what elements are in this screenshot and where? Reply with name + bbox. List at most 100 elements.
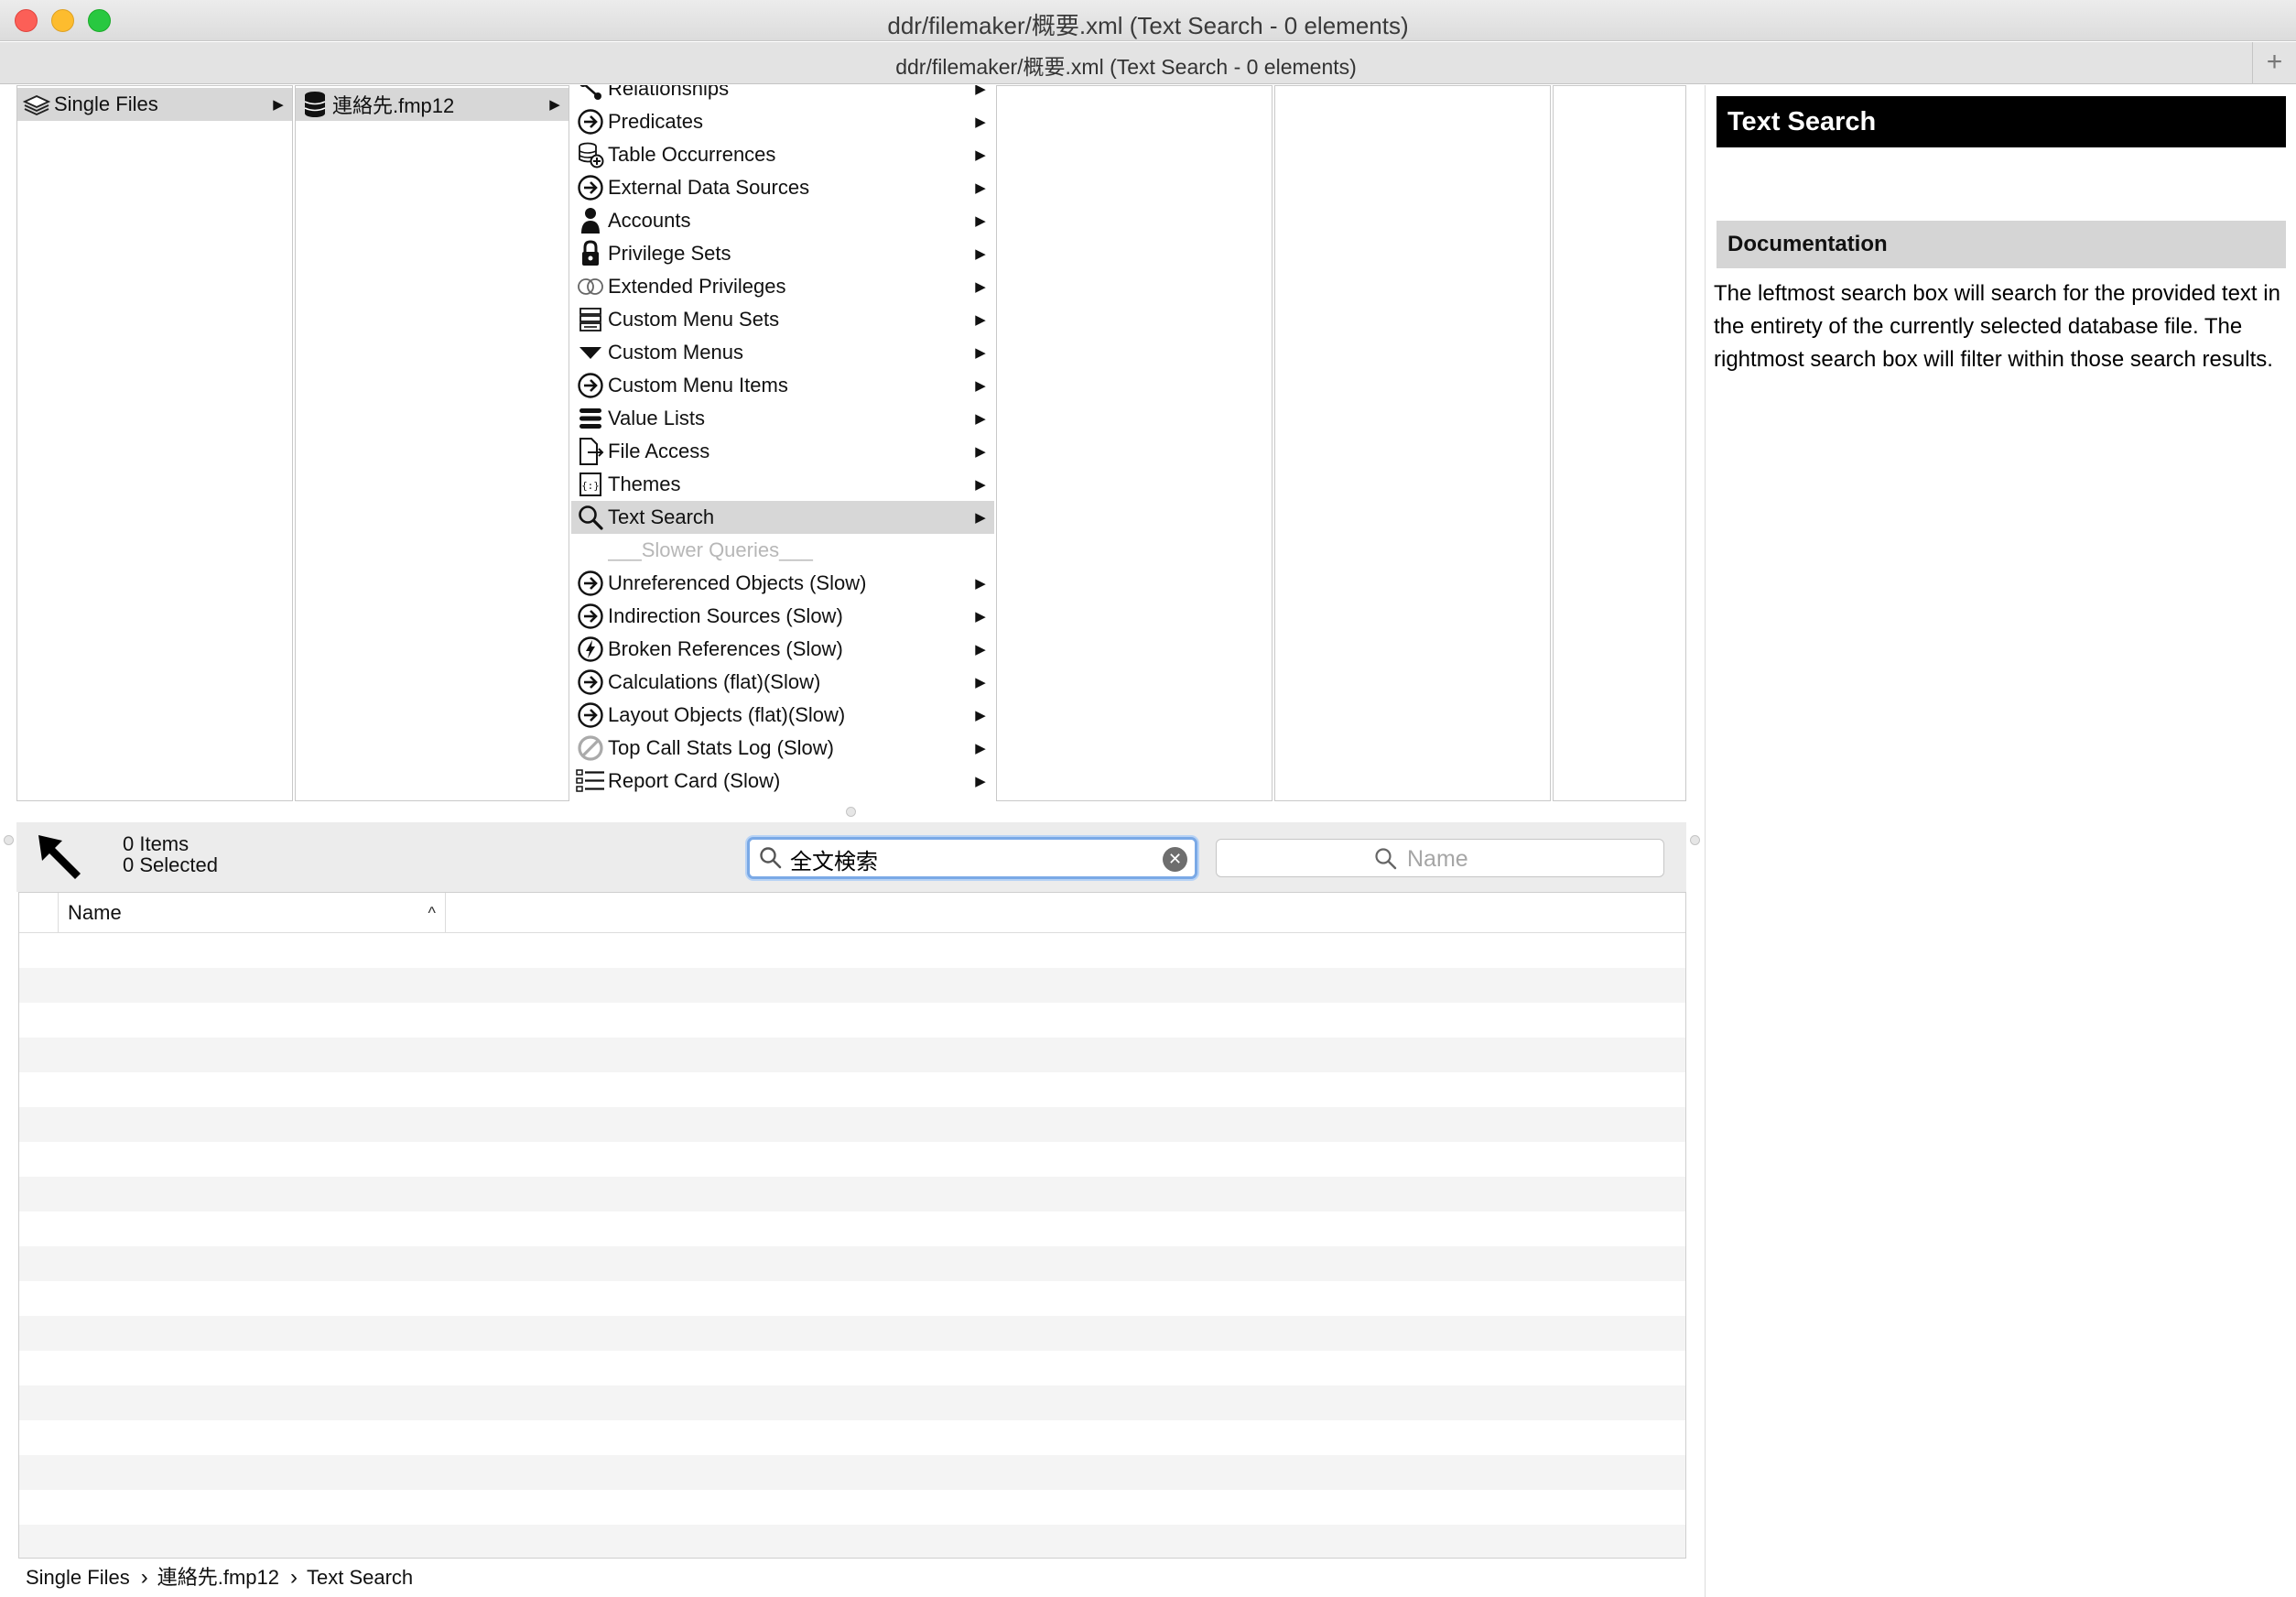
- results-toolbar: 0 Items 0 Selected ✕: [16, 822, 1686, 892]
- column-item-text-search[interactable]: Text Search ▶: [571, 501, 994, 534]
- svg-text:{:}: {:}: [581, 480, 600, 492]
- column-item-privilege-sets[interactable]: Privilege Sets ▶: [571, 237, 994, 270]
- right-splitter-handle[interactable]: [1690, 835, 1700, 845]
- disclosure-arrow-icon: ▶: [273, 97, 284, 113]
- arrow-circle-icon: [575, 370, 606, 401]
- column-item-relationships[interactable]: Relationships ▶: [571, 85, 994, 105]
- column-item-layout-objects-flat-slow[interactable]: Layout Objects (flat)(Slow) ▶: [571, 699, 994, 732]
- empty-table-row: [19, 1038, 1685, 1072]
- column-item-table-occurrences[interactable]: Table Occurrences ▶: [571, 138, 994, 171]
- clear-search-icon[interactable]: ✕: [1163, 847, 1187, 872]
- arrow-circle-icon: [575, 601, 606, 632]
- filter-search-input[interactable]: [1407, 845, 1645, 873]
- sort-ascending-icon: ^: [428, 904, 436, 922]
- tab-active[interactable]: ddr/filemaker/概要.xml (Text Search - 0 el…: [0, 49, 2252, 81]
- disclosure-arrow-icon: ▶: [975, 180, 986, 196]
- column-item-custom-menu-sets[interactable]: Custom Menu Sets ▶: [571, 303, 994, 336]
- file-access-icon: [575, 436, 606, 467]
- vertical-splitter-handle[interactable]: [846, 807, 856, 817]
- full-text-search-input[interactable]: [790, 845, 1156, 873]
- empty-table-row: [19, 1316, 1685, 1351]
- column-item-label: 連絡先.fmp12: [332, 94, 455, 117]
- column-item-label: Predicates: [608, 110, 703, 133]
- left-splitter-handle[interactable]: [4, 835, 14, 845]
- items-count: 0 Items 0 Selected: [123, 833, 218, 875]
- disclosure-arrow-icon: ▶: [975, 114, 986, 130]
- empty-table-row: [19, 1246, 1685, 1281]
- column-item-label: Broken References (Slow): [608, 637, 843, 660]
- browser-column-1[interactable]: Single Files ▶: [16, 85, 293, 801]
- tab-bar: ddr/filemaker/概要.xml (Text Search - 0 el…: [0, 42, 2296, 84]
- column-item-label: Custom Menu Items: [608, 374, 788, 397]
- empty-table-row: [19, 1072, 1685, 1107]
- window-title: ddr/filemaker/概要.xml (Text Search - 0 el…: [887, 12, 1409, 39]
- column-item-label: Extended Privileges: [608, 275, 786, 298]
- disclosure-arrow-icon: ▶: [975, 642, 986, 657]
- column-item-label: Text Search: [608, 505, 715, 528]
- column-item-file-access[interactable]: File Access ▶: [571, 435, 994, 468]
- path-crumb-text-search[interactable]: Text Search: [307, 1566, 413, 1589]
- results-table[interactable]: Name ^: [18, 892, 1686, 1559]
- path-separator: ›: [289, 1565, 298, 1590]
- column-item-label: Relationships: [608, 85, 730, 100]
- column-item-value-lists[interactable]: Value Lists ▶: [571, 402, 994, 435]
- rings-icon: [575, 271, 606, 302]
- column-item-report-card-slow[interactable]: Report Card (Slow) ▶: [571, 765, 994, 798]
- disclosure-arrow-icon: ▶: [975, 378, 986, 394]
- browser-column-3[interactable]: Relationships ▶ Predicates ▶ Table Occurrenc…: [571, 85, 994, 801]
- browser-column-2[interactable]: 連絡先.fmp12 ▶: [295, 85, 569, 801]
- empty-table-row: [19, 1211, 1685, 1246]
- arrow-circle-icon: [575, 568, 606, 599]
- empty-table-row: [19, 933, 1685, 968]
- filter-search-field[interactable]: [1216, 839, 1664, 877]
- path-bar: Single Files › 連絡先.fmp12 › Text Search: [0, 1559, 1705, 1597]
- disclosure-arrow-icon: ▶: [975, 609, 986, 625]
- column-item-label: Themes: [608, 473, 681, 495]
- column-item-predicates[interactable]: Predicates ▶: [571, 105, 994, 138]
- inspector-title: Text Search: [1717, 96, 2286, 147]
- list-icon: [575, 403, 606, 434]
- column-item-custom-menus[interactable]: Custom Menus ▶: [571, 336, 994, 369]
- column-item-indirection-sources-slow[interactable]: Indirection Sources (Slow) ▶: [571, 600, 994, 633]
- column-item-label: Report Card (Slow): [608, 769, 781, 792]
- table-header: Name ^: [19, 893, 1685, 933]
- search-icon: [575, 502, 606, 533]
- column-item-unreferenced-objects-slow[interactable]: Unreferenced Objects (Slow) ▶: [571, 567, 994, 600]
- column-item-label: Table Occurrences: [608, 143, 776, 166]
- table-occurrence-icon: [575, 139, 606, 170]
- browser-column-4[interactable]: [996, 85, 1273, 801]
- column-item-top-call-stats-log-slow[interactable]: Top Call Stats Log (Slow) ▶: [571, 732, 994, 765]
- column-item-label: Accounts: [608, 209, 691, 232]
- path-crumb-file[interactable]: 連絡先.fmp12: [157, 1566, 279, 1589]
- title-bar: ddr/filemaker/概要.xml (Text Search - 0 el…: [0, 0, 2296, 41]
- items-count-label: 0 Items: [123, 832, 190, 855]
- column-header-name-label: Name: [68, 901, 122, 924]
- triangle-down-icon: [575, 337, 606, 368]
- new-tab-button[interactable]: +: [2252, 42, 2296, 83]
- column-item-accounts[interactable]: Accounts ▶: [571, 204, 994, 237]
- column-item-external-data-sources[interactable]: External Data Sources ▶: [571, 171, 994, 204]
- path-crumb-single-files[interactable]: Single Files: [26, 1566, 130, 1589]
- column-item-single-files[interactable]: Single Files ▶: [17, 88, 292, 121]
- disclosure-arrow-icon: ▶: [975, 246, 986, 262]
- full-text-search-field[interactable]: ✕: [747, 837, 1197, 879]
- browser-column-6[interactable]: [1553, 85, 1686, 801]
- column-item-calculations-flat-slow[interactable]: Calculations (flat)(Slow) ▶: [571, 666, 994, 699]
- database-icon: [299, 89, 330, 120]
- empty-table-row: [19, 1281, 1685, 1316]
- relationships-icon: [575, 85, 606, 104]
- disclosure-arrow-icon: ▶: [975, 444, 986, 460]
- disclosure-arrow-icon: ▶: [549, 97, 560, 113]
- empty-table-row: [19, 1490, 1685, 1525]
- column-item-broken-references-slow[interactable]: Broken References (Slow) ▶: [571, 633, 994, 666]
- stack-icon: [21, 89, 52, 120]
- arrow-circle-icon: [575, 700, 606, 731]
- browser-column-5[interactable]: [1274, 85, 1551, 801]
- column-item-custom-menu-items[interactable]: Custom Menu Items ▶: [571, 369, 994, 402]
- column-item-slower-queries: ___Slower Queries___: [571, 534, 994, 567]
- column-item-fmp12[interactable]: 連絡先.fmp12 ▶: [296, 88, 569, 121]
- column-header-name[interactable]: Name ^: [58, 893, 446, 933]
- column-item-extended-privileges[interactable]: Extended Privileges ▶: [571, 270, 994, 303]
- column-item-label: Single Files: [54, 92, 158, 115]
- column-item-themes[interactable]: {:} Themes ▶: [571, 468, 994, 501]
